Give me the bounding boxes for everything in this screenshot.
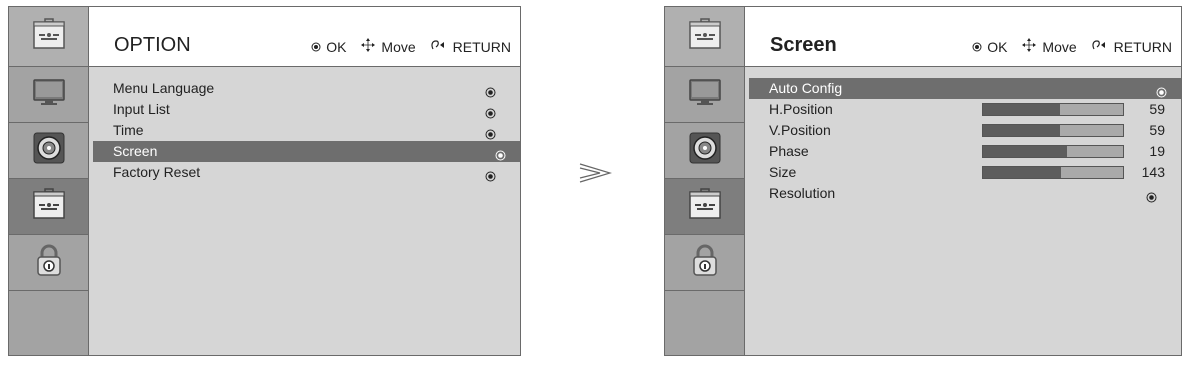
hint-move-label: Move [381,38,416,55]
page-title: OPTION [114,34,191,56]
menu-item-time[interactable]: Time [99,120,510,141]
menu-content: Menu Language Input List Time Screen Fac… [89,67,520,355]
toolbox-icon [32,18,66,55]
menu-item-label: Size [769,164,797,180]
sidebar-item-empty [665,291,744,347]
select-indicator-icon [1146,188,1157,209]
monitor-icon [688,77,722,112]
sidebar-item-lock[interactable] [9,235,88,291]
h-position-slider[interactable] [982,103,1124,116]
menu-item-label: Screen [113,143,158,159]
move-arrows-icon [1021,37,1037,56]
sidebar-item-empty [9,291,88,347]
menu-item-label: V.Position [769,122,831,138]
return-icon [430,38,448,55]
toolbox-icon [688,18,722,55]
menu-item-label: Resolution [769,185,836,201]
menu-item-factory-reset[interactable]: Factory Reset [99,162,510,183]
slider-value: 59 [1149,122,1165,138]
select-indicator-icon [485,167,496,188]
transition-arrow-icon [578,162,613,189]
return-icon [1091,38,1109,55]
ok-icon [311,39,321,55]
menu-item-size[interactable]: Size 143 [755,162,1171,183]
sidebar-item-option[interactable] [665,179,744,235]
sidebar-item-lock[interactable] [665,235,744,291]
menu-item-label: Auto Config [769,80,843,96]
toolbox-icon [688,188,722,225]
hint-ok-label: OK [987,38,1008,55]
hint-move: Move [360,37,416,56]
slider-value: 19 [1149,143,1165,159]
hint-return-label: RETURN [1113,38,1172,55]
v-position-slider[interactable] [982,124,1124,137]
menu-item-screen[interactable]: Screen [93,141,520,162]
sidebar-item-picture[interactable] [665,67,744,123]
speaker-icon [32,131,66,170]
slider-value: 143 [1141,164,1165,180]
padlock-icon [690,243,720,282]
category-sidebar [665,7,745,355]
ok-icon [972,39,982,55]
size-slider[interactable] [982,166,1124,179]
menu-item-label: H.Position [769,101,833,117]
slider-fill [983,104,1060,115]
menu-item-auto-config[interactable]: Auto Config [749,78,1181,99]
menu-item-h-position[interactable]: H.Position 59 [755,99,1171,120]
menu-header: OPTION OK Move RETURN [89,7,520,67]
sidebar-item-audio[interactable] [665,123,744,179]
sidebar-header-tool [9,7,88,67]
hint-move-label: Move [1042,38,1077,55]
page-title: Screen [770,34,837,56]
menu-content: Auto Config H.Position 59 V.Position 59 … [745,67,1181,355]
hint-return: RETURN [430,38,511,55]
hint-return: RETURN [1091,38,1172,55]
key-hints: OK Move RETURN [972,37,1172,56]
menu-item-v-position[interactable]: V.Position 59 [755,120,1171,141]
option-list: Menu Language Input List Time Screen Fac… [89,78,520,183]
hint-ok: OK [311,39,346,55]
sidebar-header-tool [665,7,744,67]
menu-item-menu-language[interactable]: Menu Language [99,78,510,99]
monitor-icon [32,77,66,112]
phase-slider[interactable] [982,145,1124,158]
menu-item-label: Time [113,122,144,138]
slider-fill [983,146,1067,157]
hint-move: Move [1021,37,1077,56]
sidebar-item-option[interactable] [9,179,88,235]
padlock-icon [34,243,64,282]
screen-settings-list: Auto Config H.Position 59 V.Position 59 … [745,78,1181,204]
hint-ok-label: OK [326,38,347,55]
menu-item-label: Input List [113,101,170,117]
screen-menu-panel: Screen OK Move RETURN Auto Config H.Posi… [664,6,1182,356]
category-sidebar [9,7,89,355]
key-hints: OK Move RETURN [311,37,511,56]
menu-item-phase[interactable]: Phase 19 [755,141,1171,162]
slider-fill [983,167,1062,178]
menu-item-resolution[interactable]: Resolution [755,183,1171,204]
menu-item-label: Phase [769,143,809,159]
hint-return-label: RETURN [452,38,511,55]
sidebar-item-picture[interactable] [9,67,88,123]
sidebar-item-audio[interactable] [9,123,88,179]
option-menu-panel: OPTION OK Move RETURN Menu Language Inpu… [8,6,521,356]
menu-item-label: Factory Reset [113,164,201,180]
menu-item-label: Menu Language [113,80,215,96]
move-arrows-icon [360,37,376,56]
toolbox-icon [32,188,66,225]
slider-fill [983,125,1060,136]
slider-value: 59 [1149,101,1165,117]
menu-item-input-list[interactable]: Input List [99,99,510,120]
menu-header: Screen OK Move RETURN [745,7,1181,67]
hint-ok: OK [972,39,1007,55]
speaker-icon [688,131,722,170]
